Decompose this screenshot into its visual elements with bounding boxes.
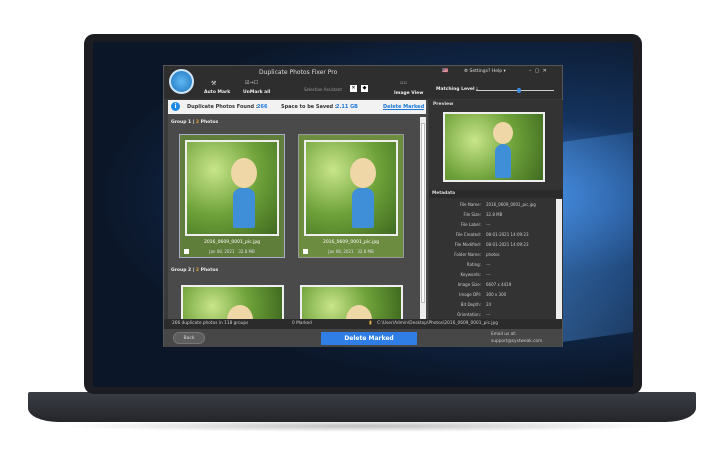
metadata-key: Image DPI: xyxy=(459,292,481,297)
metadata-scrollbar[interactable] xyxy=(556,199,562,319)
delete-marked-button[interactable]: Delete Marked xyxy=(321,332,417,345)
selection-wand-icon[interactable]: ✕ xyxy=(350,85,357,92)
matching-level-slider[interactable] xyxy=(476,88,554,93)
metadata-key: Keywords: xyxy=(460,272,481,277)
side-panel: Preview Metadata File Name: 2016_0609_000… xyxy=(429,100,563,319)
window-controls[interactable]: – ▢ ✕ xyxy=(529,68,547,74)
metadata-value: --- xyxy=(486,262,491,267)
results-scrollbar[interactable] xyxy=(420,117,426,319)
photo-card[interactable]: 2016_0609_0001_pic.jpg Jan 08, 2021 32.8… xyxy=(179,134,285,258)
preview-image xyxy=(443,112,545,182)
group-header: Group 1 | 2 Photos xyxy=(171,120,219,125)
settings-button[interactable]: ⚙ Settings xyxy=(464,69,488,74)
photo-thumbnail[interactable] xyxy=(181,285,284,319)
metadata-value: 300 x 300 xyxy=(486,292,507,297)
unmark-icon: ☑→☐ xyxy=(245,80,259,86)
metadata-value: photos xyxy=(486,252,500,257)
back-button[interactable]: Back xyxy=(173,332,205,344)
metadata-key: Bit Depth: xyxy=(460,302,481,307)
metadata-label: Metadata xyxy=(432,191,456,196)
metadata-value: --- xyxy=(486,272,491,277)
metadata-value: --- xyxy=(486,312,491,317)
photo-name: 2016_0609_0001_pic.jpg xyxy=(203,240,261,245)
photo-meta: Jan 08, 2021 32.8 MB xyxy=(209,249,255,254)
found-label: Duplicate Photos Found : xyxy=(187,104,258,110)
metadata-value: 08-01-2021 14:09:23 xyxy=(486,232,529,237)
space-value: 2.11 GB xyxy=(336,104,358,110)
photo-card[interactable]: 2016_0609_0001_pic.jpg Jan 08, 2021 32.8… xyxy=(298,134,404,258)
group-header: Group 2 | 2 Photos xyxy=(171,268,219,273)
group-suffix: Photos xyxy=(200,120,219,125)
metadata-value: 32.8 MB xyxy=(486,212,503,217)
results-pane: i Duplicate Photos Found : 266 Space to … xyxy=(168,100,428,319)
app-window: Duplicate Photos Fixer Pro 🇺🇸 ⚙ Settings… xyxy=(163,65,563,347)
auto-mark-icon: ⚒ xyxy=(211,80,217,87)
email-label: Email us at: xyxy=(491,332,517,337)
selection-eraser-icon[interactable]: ◆ xyxy=(361,85,368,92)
photo-checkbox[interactable] xyxy=(184,249,189,254)
bottom-bar: Back Delete Marked Email us at: support@… xyxy=(164,329,562,347)
metadata-value: 08-01-2021 14:09:23 xyxy=(486,242,529,247)
metadata-value: 24 xyxy=(486,302,492,307)
metadata-key: File Name: xyxy=(459,202,481,207)
group-count: 2 xyxy=(195,268,200,273)
info-icon: i xyxy=(171,102,180,111)
metadata-key: File Label: xyxy=(460,222,481,227)
metadata-value: --- xyxy=(486,222,491,227)
laptop-base xyxy=(28,392,696,422)
photo-thumbnail xyxy=(304,140,398,236)
selection-assistant-label: Selection Assistant xyxy=(304,87,342,92)
grid-icon: ▫▫ xyxy=(400,80,407,86)
metadata-key: Image Size: xyxy=(457,282,481,287)
photo-meta: Jan 08, 2021 32.8 MB xyxy=(328,249,374,254)
unmark-all-button[interactable]: UnMark all xyxy=(243,90,270,95)
title-bar: Duplicate Photos Fixer Pro 🇺🇸 ⚙ Settings… xyxy=(164,66,562,99)
metadata-value: 6607 x 4419 xyxy=(486,282,512,287)
photo-name: 2016_0609_0001_pic.jpg xyxy=(322,240,380,245)
group-count: 2 xyxy=(195,120,200,125)
metadata-list: File Name: 2016_0609_0001_pic.jpg File Siz… xyxy=(429,199,555,319)
photo-checkbox[interactable] xyxy=(303,249,308,254)
metadata-key: Orientation: xyxy=(457,312,481,317)
flag-icon[interactable]: 🇺🇸 xyxy=(442,68,448,74)
metadata-key: Rating: xyxy=(466,262,481,267)
info-bar: i Duplicate Photos Found : 266 Space to … xyxy=(168,100,426,114)
slider-handle[interactable] xyxy=(516,88,521,93)
help-label: Help xyxy=(491,69,503,74)
auto-mark-button[interactable]: Auto Mark xyxy=(204,90,230,95)
app-logo-icon xyxy=(169,69,194,94)
group-label: Group 1 xyxy=(171,120,192,125)
status-bar: 266 duplicate photos in 118 groups 0 Mar… xyxy=(164,319,562,329)
delete-marked-link[interactable]: Delete Marked xyxy=(383,104,424,110)
metadata-key: File Size: xyxy=(463,212,481,217)
preview-label: Preview xyxy=(433,102,454,107)
metadata-key: File Created: xyxy=(455,232,481,237)
folder-icon: ▮ xyxy=(369,320,372,326)
found-value: 266 xyxy=(257,104,268,110)
support-email-link[interactable]: support@systweak.com xyxy=(491,339,542,344)
help-button[interactable]: ? Help ▾ xyxy=(488,69,506,74)
image-view-button[interactable]: Image View xyxy=(394,91,423,96)
metadata-key: Folder Name: xyxy=(454,252,481,257)
status-path: C:\User\Admin\Desktop\Photos\2016_0609_0… xyxy=(377,321,498,326)
matching-level-label: Matching Level : xyxy=(436,87,478,92)
space-label: Space to be Saved : xyxy=(281,104,337,110)
group-suffix: Photos xyxy=(200,268,219,273)
settings-label: Settings xyxy=(469,69,488,74)
app-title: Duplicate Photos Fixer Pro xyxy=(259,69,338,76)
metadata-header: Metadata xyxy=(429,190,563,198)
photo-thumbnail[interactable] xyxy=(300,285,403,319)
metadata-key: File Modified: xyxy=(454,242,481,247)
windows-wallpaper-logo xyxy=(563,122,633,342)
photo-thumbnail xyxy=(185,140,279,236)
group-label: Group 2 xyxy=(171,268,192,273)
status-summary: 266 duplicate photos in 118 groups xyxy=(172,321,249,326)
status-marked: 0 Marked xyxy=(292,321,312,326)
metadata-value: 2016_0609_0001_pic.jpg xyxy=(486,202,536,207)
